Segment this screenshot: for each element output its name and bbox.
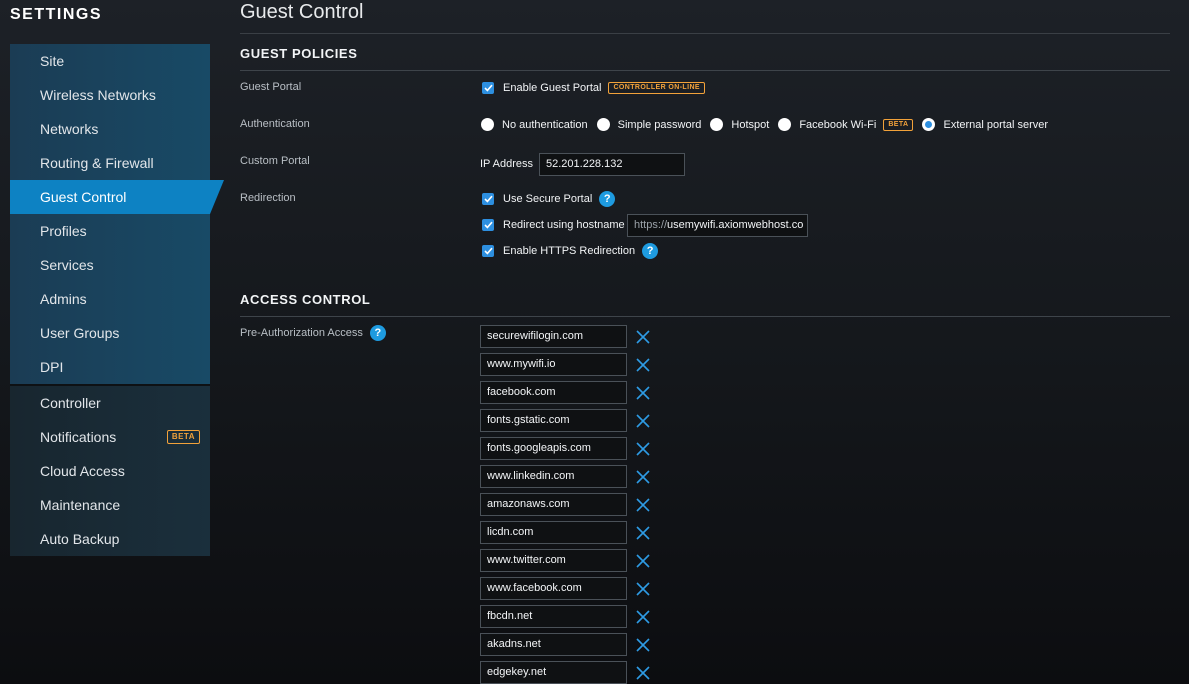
checkmark-icon [483,195,493,203]
beta-badge: BETA [883,118,914,131]
radio-external-portal-server[interactable] [922,118,936,131]
sidebar-item-wireless-networks[interactable]: Wireless Networks [10,78,210,112]
sidebar-item-routing-firewall[interactable]: Routing & Firewall [10,146,210,180]
pre-authorization-label-row: Pre-Authorization Access ? [240,325,386,341]
radio-no-authentication[interactable] [481,118,494,131]
https-redirection-label: Enable HTTPS Redirection [503,245,636,257]
radio-simple-password[interactable] [596,118,610,131]
close-x-icon[interactable] [635,329,651,345]
domain-input[interactable]: fonts.gstatic.com [480,409,627,432]
redirect-hostname-control: Redirect using hostname [482,218,625,232]
https-redirection-checkbox[interactable] [482,245,494,257]
redirect-hostname-checkbox[interactable] [482,219,494,231]
radio-label: Simple password [617,118,702,131]
close-x-icon[interactable] [635,553,651,569]
hostname-value: usemywifi.axiomwebhost.co [667,219,804,231]
beta-badge: BETA [166,430,200,444]
use-secure-portal-checkbox[interactable] [482,193,494,205]
sidebar-item-cloud-access[interactable]: Cloud Access [10,454,210,488]
close-x-icon[interactable] [635,413,651,429]
sidebar-item-controller[interactable]: Controller [10,386,210,420]
close-x-icon[interactable] [635,357,651,373]
checkmark-icon [483,247,493,255]
domain-input[interactable]: licdn.com [480,521,627,544]
sidebar-item-site[interactable]: Site [10,44,210,78]
use-secure-portal-label: Use Secure Portal [503,193,593,205]
ip-address-label: IP Address [480,158,533,170]
redirect-hostname-label: Redirect using hostname [503,219,625,231]
close-x-icon[interactable] [635,665,651,681]
section-divider [240,316,1170,317]
question-circle-icon[interactable]: ? [642,243,659,259]
section-title-access-control: ACCESS CONTROL [240,292,371,307]
domain-input[interactable]: edgekey.net [480,661,627,684]
domain-input[interactable]: amazonaws.com [480,493,627,516]
authentication-label: Authentication [240,118,310,130]
page-title: Guest Control [240,1,364,23]
close-x-icon[interactable] [635,637,651,653]
radio-facebook-wifi[interactable] [778,118,792,131]
sidebar-item-guest-control[interactable]: Guest Control [10,180,224,214]
radio-label: External portal server [943,118,1049,131]
sidebar-item-maintenance[interactable]: Maintenance [10,488,210,522]
pre-authorization-label: Pre-Authorization Access [240,327,363,339]
enable-guest-portal-checkbox[interactable] [482,82,494,94]
sidebar-item-dpi[interactable]: DPI [10,350,210,384]
domain-input[interactable]: fonts.googleapis.com [480,437,627,460]
use-secure-portal-control: Use Secure Portal ? [482,191,616,207]
question-circle-icon[interactable]: ? [369,325,386,341]
close-x-icon[interactable] [635,525,651,541]
sidebar-item-services[interactable]: Services [10,248,210,282]
domain-input[interactable]: www.twitter.com [480,549,627,572]
close-x-icon[interactable] [635,497,651,513]
question-circle-icon[interactable]: ? [599,191,616,207]
domain-input[interactable]: fbcdn.net [480,605,627,628]
ip-address-input[interactable]: 52.201.228.132 [539,153,685,176]
close-x-icon[interactable] [635,469,651,485]
redirection-label: Redirection [240,192,296,204]
domain-input[interactable]: www.mywifi.io [480,353,627,376]
close-x-icon[interactable] [635,385,651,401]
section-title-guest-policies: GUEST POLICIES [240,46,358,61]
close-x-icon[interactable] [635,609,651,625]
sidebar-item-label: Notifications [40,429,117,445]
authentication-radio-group: No authentication Simple password Hotspo… [481,117,1057,132]
sidebar-item-auto-backup[interactable]: Auto Backup [10,522,210,556]
domain-input[interactable]: akadns.net [480,633,627,656]
sidebar-item-admins[interactable]: Admins [10,282,210,316]
domain-input[interactable]: www.linkedin.com [480,465,627,488]
section-divider [240,70,1170,71]
sidebar-primary-nav: Site Wireless Networks Networks Routing … [10,44,224,384]
sidebar-secondary-nav: Controller Notifications BETA Cloud Acce… [10,386,210,556]
radio-hotspot[interactable] [710,118,724,131]
guest-portal-label: Guest Portal [240,81,302,93]
sidebar-item-notifications[interactable]: Notifications BETA [10,420,210,454]
custom-portal-label: Custom Portal [240,155,310,167]
radio-label: Hotspot [731,118,770,131]
enable-guest-portal-control: Enable Guest Portal CONTROLLER ON-LINE [482,81,705,95]
domain-input[interactable]: securewifilogin.com [480,325,627,348]
domain-input[interactable]: facebook.com [480,381,627,404]
sidebar-item-profiles[interactable]: Profiles [10,214,210,248]
close-x-icon[interactable] [635,441,651,457]
checkmark-icon [483,84,493,92]
url-prefix: https:// [634,219,668,231]
hostname-input[interactable]: https:// usemywifi.axiomwebhost.co [627,214,808,237]
enable-guest-portal-label: Enable Guest Portal [503,82,602,94]
controller-online-badge: CONTROLLER ON-LINE [608,82,705,94]
sidebar-item-user-groups[interactable]: User Groups [10,316,210,350]
title-divider [240,33,1170,34]
domain-input[interactable]: www.facebook.com [480,577,627,600]
settings-title: SETTINGS [10,6,103,23]
sidebar-item-networks[interactable]: Networks [10,112,210,146]
checkmark-icon [483,221,493,229]
close-x-icon[interactable] [635,581,651,597]
radio-label: Facebook Wi-Fi [799,118,877,131]
radio-label: No authentication [502,118,588,131]
https-redirection-control: Enable HTTPS Redirection ? [482,243,659,259]
